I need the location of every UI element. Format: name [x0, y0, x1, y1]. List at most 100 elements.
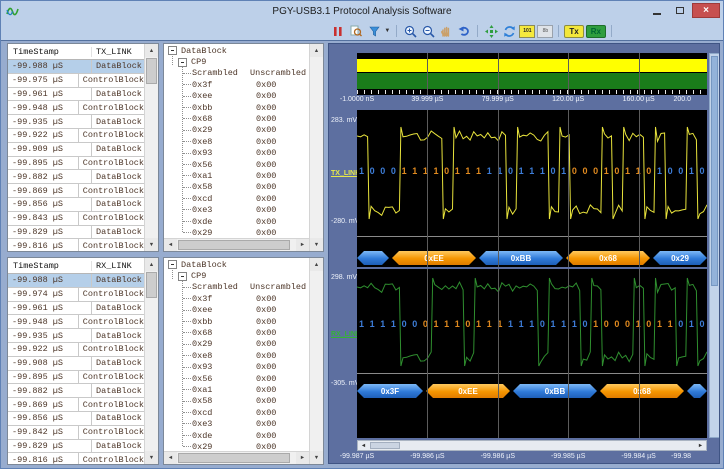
tree-item[interactable]: 0xa10x00: [164, 170, 309, 181]
table-row[interactable]: -99.974 µSControlBlock: [8, 288, 144, 302]
table-row[interactable]: -99.856 µSDataBlock: [8, 412, 144, 426]
table-row[interactable]: -99.948 µSControlBlock: [8, 101, 144, 115]
tree-item[interactable]: 0x930x00: [164, 148, 309, 159]
tree-item[interactable]: 0x3f0x00: [164, 79, 309, 90]
scroll-up-icon[interactable]: ▲: [145, 44, 158, 57]
collapse-icon[interactable]: [168, 46, 177, 55]
pan-hand-icon[interactable]: [438, 24, 454, 39]
scroll-up-icon[interactable]: ▲: [310, 44, 323, 57]
table-row[interactable]: -99.856 µSDataBlock: [8, 198, 144, 212]
tree-item[interactable]: 0xbb0x00: [164, 316, 309, 327]
scroll-right-icon[interactable]: ►: [296, 452, 309, 464]
signal-overview-strip[interactable]: [357, 53, 707, 95]
scroll-up-icon[interactable]: ▲: [310, 258, 323, 271]
scroll-right-icon[interactable]: ►: [695, 441, 706, 450]
table-row[interactable]: -99.935 µSDataBlock: [8, 329, 144, 343]
byte-marker[interactable]: 0x68: [600, 384, 684, 398]
scrollbar-thumb[interactable]: [146, 58, 157, 84]
scroll-down-icon[interactable]: ▼: [310, 451, 323, 464]
byte-marker[interactable]: 0xEE: [392, 251, 476, 265]
byte-marker[interactable]: 0xBB: [479, 251, 563, 265]
scrollbar-thumb[interactable]: [178, 240, 290, 250]
scroll-up-icon[interactable]: ▲: [145, 258, 158, 271]
table-row[interactable]: -99.922 µSControlBlock: [8, 343, 144, 357]
tree-item[interactable]: 0x680x00: [164, 327, 309, 338]
scroll-right-icon[interactable]: ►: [296, 239, 309, 251]
tree-item[interactable]: 0x290x00: [164, 339, 309, 350]
byte-marker[interactable]: [687, 384, 707, 398]
byte-marker[interactable]: [357, 251, 389, 265]
zoom-out-icon[interactable]: [420, 24, 436, 39]
tree-item[interactable]: 0x580x00: [164, 396, 309, 407]
tree-item[interactable]: 0x290x00: [164, 227, 309, 238]
scrollbar-thumb[interactable]: [711, 56, 718, 286]
tree-item[interactable]: 0x930x00: [164, 362, 309, 373]
scrollbar-thumb[interactable]: [370, 442, 400, 449]
tree-item[interactable]: 0xde0x00: [164, 216, 309, 227]
byte-marker[interactable]: 0x68: [566, 251, 650, 265]
rx-toggle-button[interactable]: Rx: [586, 25, 606, 38]
collapse-icon[interactable]: [168, 260, 177, 269]
tree-item[interactable]: 0xa10x00: [164, 384, 309, 395]
minimize-button[interactable]: [646, 3, 667, 18]
table-row[interactable]: -99.829 µSDataBlock: [8, 440, 144, 454]
tree-node-datablock[interactable]: DataBlock: [164, 45, 309, 56]
table-row[interactable]: -99.961 µSDataBlock: [8, 302, 144, 316]
table-row[interactable]: -99.922 µSControlBlock: [8, 129, 144, 143]
zoom-in-icon[interactable]: [402, 24, 418, 39]
scroll-left-icon[interactable]: ◄: [164, 239, 177, 251]
waveform-vscrollbar[interactable]: [709, 53, 720, 438]
table-row[interactable]: -99.882 µSDataBlock: [8, 384, 144, 398]
tx-toggle-button[interactable]: Tx: [564, 25, 583, 38]
refresh-icon[interactable]: [501, 24, 517, 39]
table-row[interactable]: -99.975 µSControlBlock: [8, 74, 144, 88]
tree-item[interactable]: 0x680x00: [164, 113, 309, 124]
tree-item[interactable]: 0x3f0x00: [164, 293, 309, 304]
table-row[interactable]: -99.988 µSDataBlock: [8, 274, 144, 288]
table-row[interactable]: -99.908 µSDataBlock: [8, 357, 144, 371]
search-report-icon[interactable]: [348, 24, 364, 39]
table-row[interactable]: -99.869 µSControlBlock: [8, 398, 144, 412]
scrollbar-thumb[interactable]: [178, 453, 290, 463]
rx-tree-vscrollbar[interactable]: ▲ ▼: [309, 258, 323, 464]
tree-item[interactable]: 0xcd0x00: [164, 407, 309, 418]
scroll-down-icon[interactable]: ▼: [145, 238, 158, 251]
tree-item[interactable]: 0xe30x00: [164, 418, 309, 429]
tree-item[interactable]: 0xe80x00: [164, 350, 309, 361]
tree-item[interactable]: 0x560x00: [164, 159, 309, 170]
table-row[interactable]: -99.895 µSControlBlock: [8, 371, 144, 385]
tx-link-label[interactable]: TX_LINK: [331, 170, 360, 177]
timestamp-column-header[interactable]: TimeStamp: [8, 261, 92, 271]
scroll-down-icon[interactable]: ▼: [310, 238, 323, 251]
timestamp-column-header[interactable]: TimeStamp: [8, 47, 92, 57]
tree-node-cp9[interactable]: CP9: [164, 270, 309, 281]
pause-icon[interactable]: [330, 24, 346, 39]
table-row[interactable]: -99.869 µSControlBlock: [8, 184, 144, 198]
scroll-down-icon[interactable]: ▼: [145, 451, 158, 464]
table-row[interactable]: -99.935 µSDataBlock: [8, 115, 144, 129]
tree-item[interactable]: 0xe80x00: [164, 136, 309, 147]
table-row[interactable]: -99.988 µSDataBlock: [8, 60, 144, 74]
table-row[interactable]: -99.842 µSControlBlock: [8, 426, 144, 440]
tree-item[interactable]: 0x560x00: [164, 373, 309, 384]
tx-waveform-plot[interactable]: 100011110111110111010001011010010 0xEE0x…: [357, 110, 707, 267]
tree-item[interactable]: 0x290x00: [164, 125, 309, 136]
byte-marker[interactable]: 0x29: [653, 251, 707, 265]
table-row[interactable]: -99.909 µSDataBlock: [8, 143, 144, 157]
filter-icon[interactable]: [366, 24, 382, 39]
table-row[interactable]: -99.829 µSDataBlock: [8, 226, 144, 240]
tx-tree-hscrollbar[interactable]: ◄ ►: [164, 238, 309, 251]
tree-item[interactable]: 0xcd0x00: [164, 193, 309, 204]
tree-node-datablock[interactable]: DataBlock: [164, 259, 309, 270]
table-row[interactable]: -99.843 µSControlBlock: [8, 212, 144, 226]
tx-table-scrollbar[interactable]: ▲ ▼: [144, 44, 158, 251]
tree-item[interactable]: 0x580x00: [164, 182, 309, 193]
tree-item[interactable]: 0xde0x00: [164, 430, 309, 441]
tx-tree-vscrollbar[interactable]: ▲ ▼: [309, 44, 323, 251]
rx-waveform-plot[interactable]: 111100011101111110111010001011010 0x3F0x…: [357, 269, 707, 438]
encoding-view-icon[interactable]: 8b: [537, 25, 553, 38]
rx-table-scrollbar[interactable]: ▲ ▼: [144, 258, 158, 464]
table-row[interactable]: -99.961 µSDataBlock: [8, 88, 144, 102]
scroll-left-icon[interactable]: ◄: [358, 441, 369, 450]
rx-tree-hscrollbar[interactable]: ◄ ►: [164, 451, 309, 464]
